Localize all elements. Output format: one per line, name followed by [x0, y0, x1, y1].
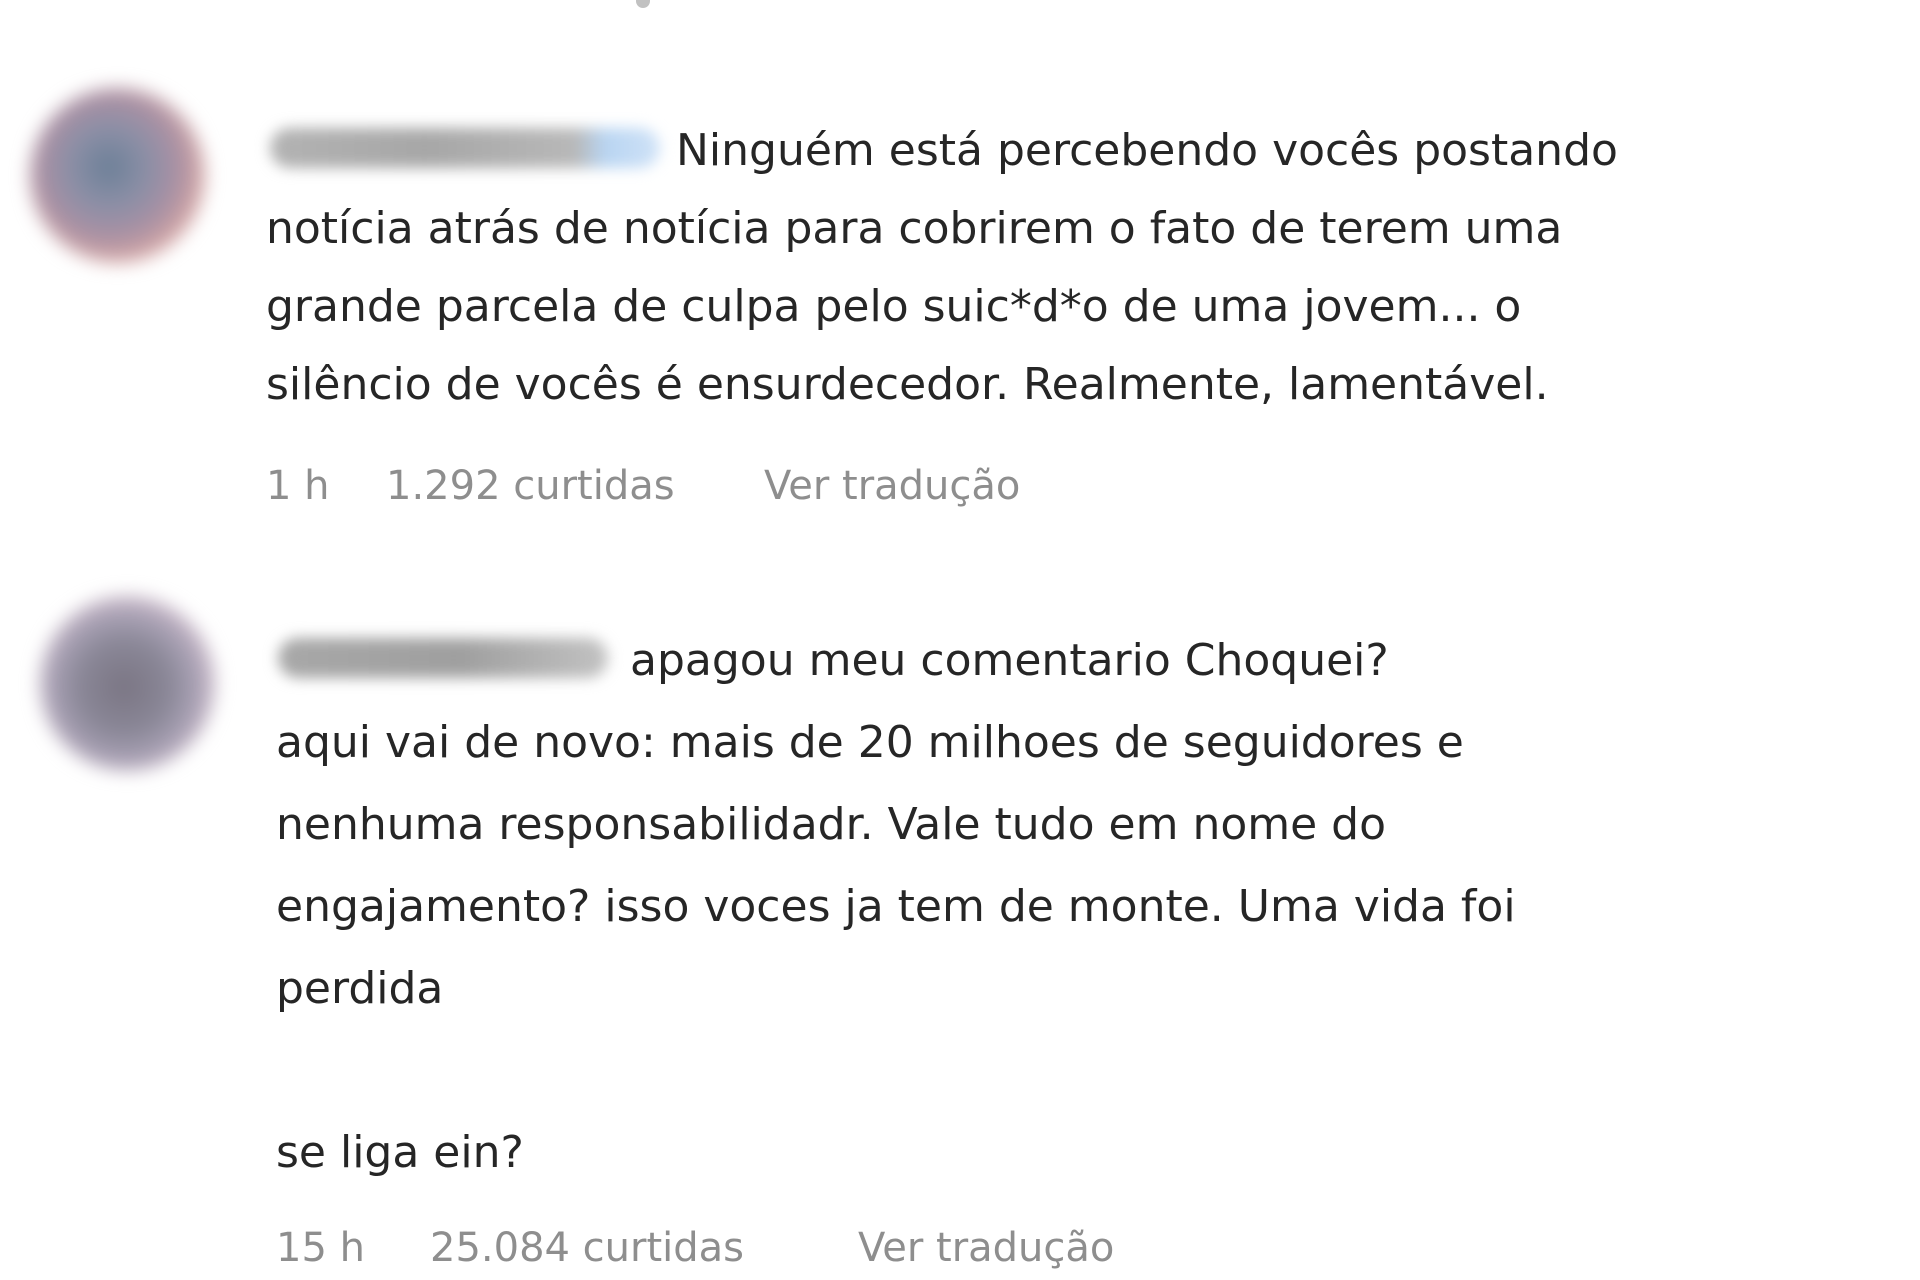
comment-time: 15 h	[276, 1225, 365, 1271]
comment-time: 1 h	[266, 463, 330, 509]
comment-text-line: engajamento? isso voces ja tem de monte.…	[276, 881, 1516, 932]
username-blurred[interactable]	[278, 638, 608, 678]
avatar[interactable]	[30, 88, 205, 263]
comment-text-line: perdida	[276, 963, 444, 1014]
username-blurred[interactable]	[270, 128, 660, 168]
see-translation-link[interactable]: Ver tradução	[764, 462, 1020, 510]
comment: Ninguém está percebendo vocês postando n…	[0, 88, 1920, 528]
comment-likes[interactable]: 1.292 curtidas	[386, 462, 675, 510]
comment-text-line: aqui vai de novo: mais de 20 milhoes de …	[276, 717, 1464, 768]
previous-comment-fragment	[636, 0, 650, 8]
comment-text-line: apagou meu comentario Choquei?	[630, 635, 1389, 686]
comment-meta: 1 h	[266, 462, 330, 510]
comment: apagou meu comentario Choquei? aqui vai …	[0, 596, 1920, 1276]
comment-text-line: silêncio de vocês é ensurdecedor. Realme…	[266, 359, 1549, 410]
see-translation-link[interactable]: Ver tradução	[858, 1224, 1114, 1272]
comment-text-line: grande parcela de culpa pelo suic*d*o de…	[266, 281, 1522, 332]
comment-text-line: notícia atrás de notícia para cobrirem o…	[266, 203, 1563, 254]
comment-text-line: Ninguém está percebendo vocês postando	[676, 125, 1618, 176]
comment-text-line: nenhuma responsabilidadr. Vale tudo em n…	[276, 799, 1387, 850]
comment-likes[interactable]: 25.084 curtidas	[430, 1224, 744, 1272]
avatar[interactable]	[40, 596, 215, 771]
comment-text-line: se liga ein?	[276, 1127, 524, 1178]
